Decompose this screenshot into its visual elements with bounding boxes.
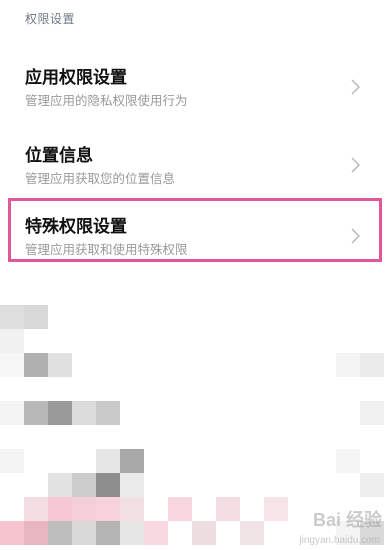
settings-item-app-permissions[interactable]: 应用权限设置 管理应用的隐私权限使用行为 (0, 53, 390, 123)
chevron-right-icon (351, 228, 360, 244)
watermark-url: jingyan.baidu.com (299, 535, 380, 546)
mosaic-cell (24, 353, 48, 377)
mosaic-cell (24, 401, 48, 425)
mosaic-cell (24, 497, 48, 521)
settings-item-special-permissions[interactable]: 特殊权限设置 管理应用获取和使用特殊权限 (0, 202, 390, 272)
mosaic-cell (0, 401, 24, 425)
mosaic-cell (120, 497, 144, 521)
mosaic-cell (48, 497, 72, 521)
permission-settings-screen: 权限设置 应用权限设置 管理应用的隐私权限使用行为 位置信息 管理应用获取您的位… (0, 0, 390, 550)
mosaic-cell (0, 521, 24, 545)
mosaic-cell (48, 473, 72, 497)
mosaic-cell (96, 401, 120, 425)
mosaic-cell (96, 497, 120, 521)
item-title: 应用权限设置 (25, 68, 127, 88)
mosaic-cell (96, 473, 120, 497)
mosaic-cell (168, 497, 192, 521)
mosaic-cell (72, 401, 96, 425)
chevron-right-icon (351, 157, 360, 173)
mosaic-cell (0, 329, 24, 353)
item-subtitle: 管理应用的隐私权限使用行为 (25, 93, 188, 108)
chevron-right-icon (351, 79, 360, 95)
mosaic-cell (48, 353, 72, 377)
mosaic-cell (120, 473, 144, 497)
mosaic-cell (264, 497, 288, 521)
mosaic-cell (360, 401, 384, 425)
mosaic-cell (72, 497, 96, 521)
item-title: 位置信息 (25, 146, 93, 166)
item-title: 特殊权限设置 (25, 217, 127, 237)
mosaic-cell (48, 521, 72, 545)
mosaic-cell (240, 521, 264, 545)
mosaic-cell (96, 521, 120, 545)
mosaic-cell (192, 521, 216, 545)
mosaic-cell (360, 473, 384, 497)
mosaic-cell (48, 401, 72, 425)
mosaic-cell (144, 521, 168, 545)
watermark-logo: Bai 经验 (312, 510, 382, 530)
mosaic-cell (72, 473, 96, 497)
settings-item-location[interactable]: 位置信息 管理应用获取您的位置信息 (0, 131, 390, 201)
mosaic-cell (120, 449, 144, 473)
mosaic-cell (0, 353, 24, 377)
mosaic-cell (24, 521, 48, 545)
mosaic-cell (336, 353, 360, 377)
mosaic-cell (72, 521, 96, 545)
item-subtitle: 管理应用获取您的位置信息 (25, 171, 176, 186)
mosaic-cell (0, 305, 24, 329)
mosaic-cell (0, 449, 24, 473)
mosaic-cell (216, 497, 240, 521)
mosaic-cell (360, 353, 384, 377)
mosaic-cell (24, 305, 48, 329)
mosaic-cell (336, 449, 360, 473)
section-header: 权限设置 (25, 12, 76, 26)
mosaic-cell (96, 449, 120, 473)
item-subtitle: 管理应用获取和使用特殊权限 (25, 242, 188, 257)
mosaic-cell (120, 521, 144, 545)
